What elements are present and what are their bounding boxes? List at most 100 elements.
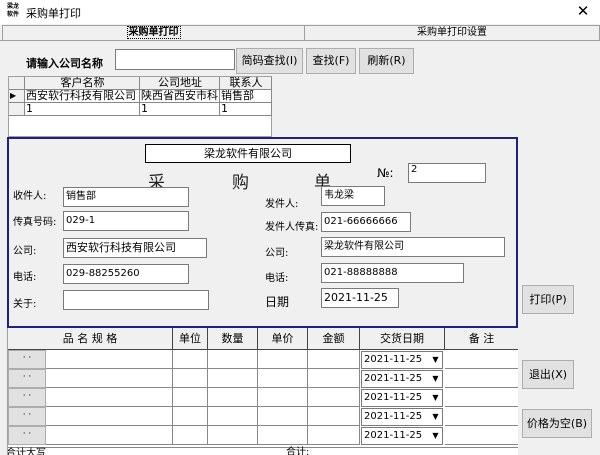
grid-header-name[interactable]: 客户名称 — [25, 77, 140, 90]
customer-grid[interactable]: 客户名称 公司地址 联系人 ▶ 西安软行科技有限公司 陕西省西安市科 销售部 1… — [8, 76, 272, 137]
detail-cell[interactable] — [208, 350, 258, 369]
print-button[interactable]: 打印(P) — [522, 285, 574, 314]
detail-cell[interactable] — [258, 350, 308, 369]
detail-cell[interactable] — [258, 369, 308, 388]
chevron-down-icon[interactable]: ▼ — [429, 390, 442, 406]
detail-header-amount: 金额 — [308, 328, 360, 350]
detail-cell[interactable] — [308, 407, 360, 426]
detail-cell[interactable] — [308, 369, 360, 388]
date-input[interactable]: 2021-11-25 — [321, 288, 399, 308]
detail-cell[interactable] — [445, 350, 518, 369]
detail-cell[interactable] — [173, 407, 208, 426]
grid-cell[interactable]: 1 — [25, 103, 140, 116]
grid-header-contact[interactable]: 联系人 — [220, 77, 272, 90]
sender-input[interactable]: 韦龙梁 — [321, 186, 385, 206]
detail-row-button[interactable]: · · — [8, 388, 46, 407]
delivery-date-value: 2021-11-25 — [364, 373, 423, 384]
detail-cell[interactable] — [173, 350, 208, 369]
sender-label: 发件人: — [265, 199, 299, 210]
detail-cell[interactable] — [208, 369, 258, 388]
grid-row-marker[interactable] — [9, 103, 25, 116]
detail-cell[interactable] — [308, 426, 360, 445]
fax-input[interactable]: 029-1 — [63, 211, 189, 231]
chevron-down-icon[interactable]: ▼ — [429, 428, 442, 444]
delivery-date-value: 2021-11-25 — [364, 354, 423, 365]
detail-cell[interactable] — [445, 369, 518, 388]
chevron-down-icon[interactable]: ▼ — [429, 352, 442, 368]
detail-row-button[interactable]: · · — [8, 350, 46, 369]
detail-cell[interactable] — [445, 426, 518, 445]
search-input[interactable] — [115, 49, 235, 70]
about-input[interactable] — [63, 290, 209, 310]
detail-cell[interactable] — [46, 350, 173, 369]
footer-uppercase-total: 合计大写 — [7, 448, 46, 455]
phone-input[interactable]: 029-88255260 — [63, 264, 189, 284]
fax-label: 传真号码: — [13, 217, 57, 228]
tab-print-settings[interactable]: 采购单打印设置 — [305, 25, 600, 40]
app-icon: 梁龙 软件 — [4, 3, 22, 21]
detail-header-notes: 备 注 — [445, 328, 518, 350]
tab-purchase-print[interactable]: 采购单打印 — [2, 25, 305, 40]
grid-header-address[interactable]: 公司地址 — [140, 77, 220, 90]
chevron-down-icon[interactable]: ▼ — [429, 371, 442, 387]
detail-cell[interactable] — [46, 426, 173, 445]
delivery-date-value: 2021-11-25 — [364, 392, 423, 403]
detail-cell[interactable] — [208, 388, 258, 407]
detail-cell[interactable] — [258, 407, 308, 426]
grid-cell[interactable]: 陕西省西安市科 — [140, 90, 220, 103]
sender-fax-input[interactable]: 021-66666666 — [321, 212, 411, 232]
grid-row-marker[interactable]: ▶ — [9, 90, 25, 103]
detail-cell[interactable] — [173, 369, 208, 388]
detail-footer: 合计大写 合计: — [8, 447, 518, 455]
detail-cell[interactable] — [46, 369, 173, 388]
detail-cell[interactable] — [308, 388, 360, 407]
tab-divider — [0, 40, 600, 41]
sender-fax-label: 发件人传真: — [265, 222, 319, 233]
purchase-print-window: 梁龙 软件 采购单打印 ✕ 采购单打印 采购单打印设置 请输入公司名称 简码查找… — [0, 0, 600, 455]
delivery-date-combo[interactable]: 2021-11-25 ▼ — [361, 427, 443, 445]
detail-cell[interactable] — [445, 388, 518, 407]
detail-table: 品 名 规 格 单位 数量 单价 金额 交货日期 备 注 · · 2021-11-… — [7, 328, 518, 455]
app-icon-text: 梁龙 软件 — [6, 3, 19, 18]
grid-cell[interactable]: 1 — [140, 103, 220, 116]
delivery-date-combo[interactable]: 2021-11-25 ▼ — [361, 351, 443, 369]
grid-cell[interactable]: 1 — [220, 103, 272, 116]
receiver-company-input[interactable]: 西安软行科技有限公司 — [63, 238, 207, 258]
tab-purchase-print-label: 采购单打印 — [126, 26, 181, 39]
detail-cell[interactable] — [445, 407, 518, 426]
detail-cell[interactable] — [208, 407, 258, 426]
delivery-date-combo[interactable]: 2021-11-25 ▼ — [361, 389, 443, 407]
grid-cell[interactable]: 销售部 — [220, 90, 272, 103]
company-title-field[interactable]: 梁龙软件有限公司 — [145, 144, 351, 163]
detail-cell[interactable] — [46, 388, 173, 407]
delivery-date-combo[interactable]: 2021-11-25 ▼ — [361, 370, 443, 388]
detail-cell[interactable] — [258, 388, 308, 407]
price-empty-button[interactable]: 价格为空(B) — [522, 409, 592, 438]
phone-label: 电话: — [13, 272, 37, 283]
number-input[interactable]: 2 — [408, 163, 486, 183]
sender-phone-input[interactable]: 021-88888888 — [321, 263, 464, 283]
receiver-input[interactable]: 销售部 — [63, 187, 189, 207]
company-label: 公司: — [13, 246, 37, 257]
detail-header-date: 交货日期 — [360, 328, 445, 350]
detail-row-button[interactable]: · · — [8, 407, 46, 426]
grid-cell[interactable]: 西安软行科技有限公司 — [25, 90, 140, 103]
detail-cell[interactable] — [208, 426, 258, 445]
sender-phone-label: 电话: — [265, 273, 289, 284]
detail-row-button[interactable]: · · — [8, 426, 46, 445]
detail-cell[interactable] — [46, 407, 173, 426]
chevron-down-icon[interactable]: ▼ — [429, 409, 442, 425]
pinyin-search-button[interactable]: 简码查找(I) — [236, 48, 303, 74]
delivery-date-combo[interactable]: 2021-11-25 ▼ — [361, 408, 443, 426]
search-button[interactable]: 查找(F) — [306, 48, 356, 74]
detail-cell[interactable] — [308, 350, 360, 369]
receiver-label: 收件人: — [13, 191, 47, 202]
detail-cell[interactable] — [173, 426, 208, 445]
refresh-button[interactable]: 刷新(R) — [359, 48, 414, 74]
window-title: 采购单打印 — [26, 7, 81, 20]
detail-row-button[interactable]: · · — [8, 369, 46, 388]
detail-cell[interactable] — [173, 388, 208, 407]
close-icon[interactable]: ✕ — [566, 0, 600, 24]
exit-button[interactable]: 退出(X) — [522, 360, 574, 389]
sender-company-input[interactable]: 梁龙软件有限公司 — [321, 237, 505, 257]
